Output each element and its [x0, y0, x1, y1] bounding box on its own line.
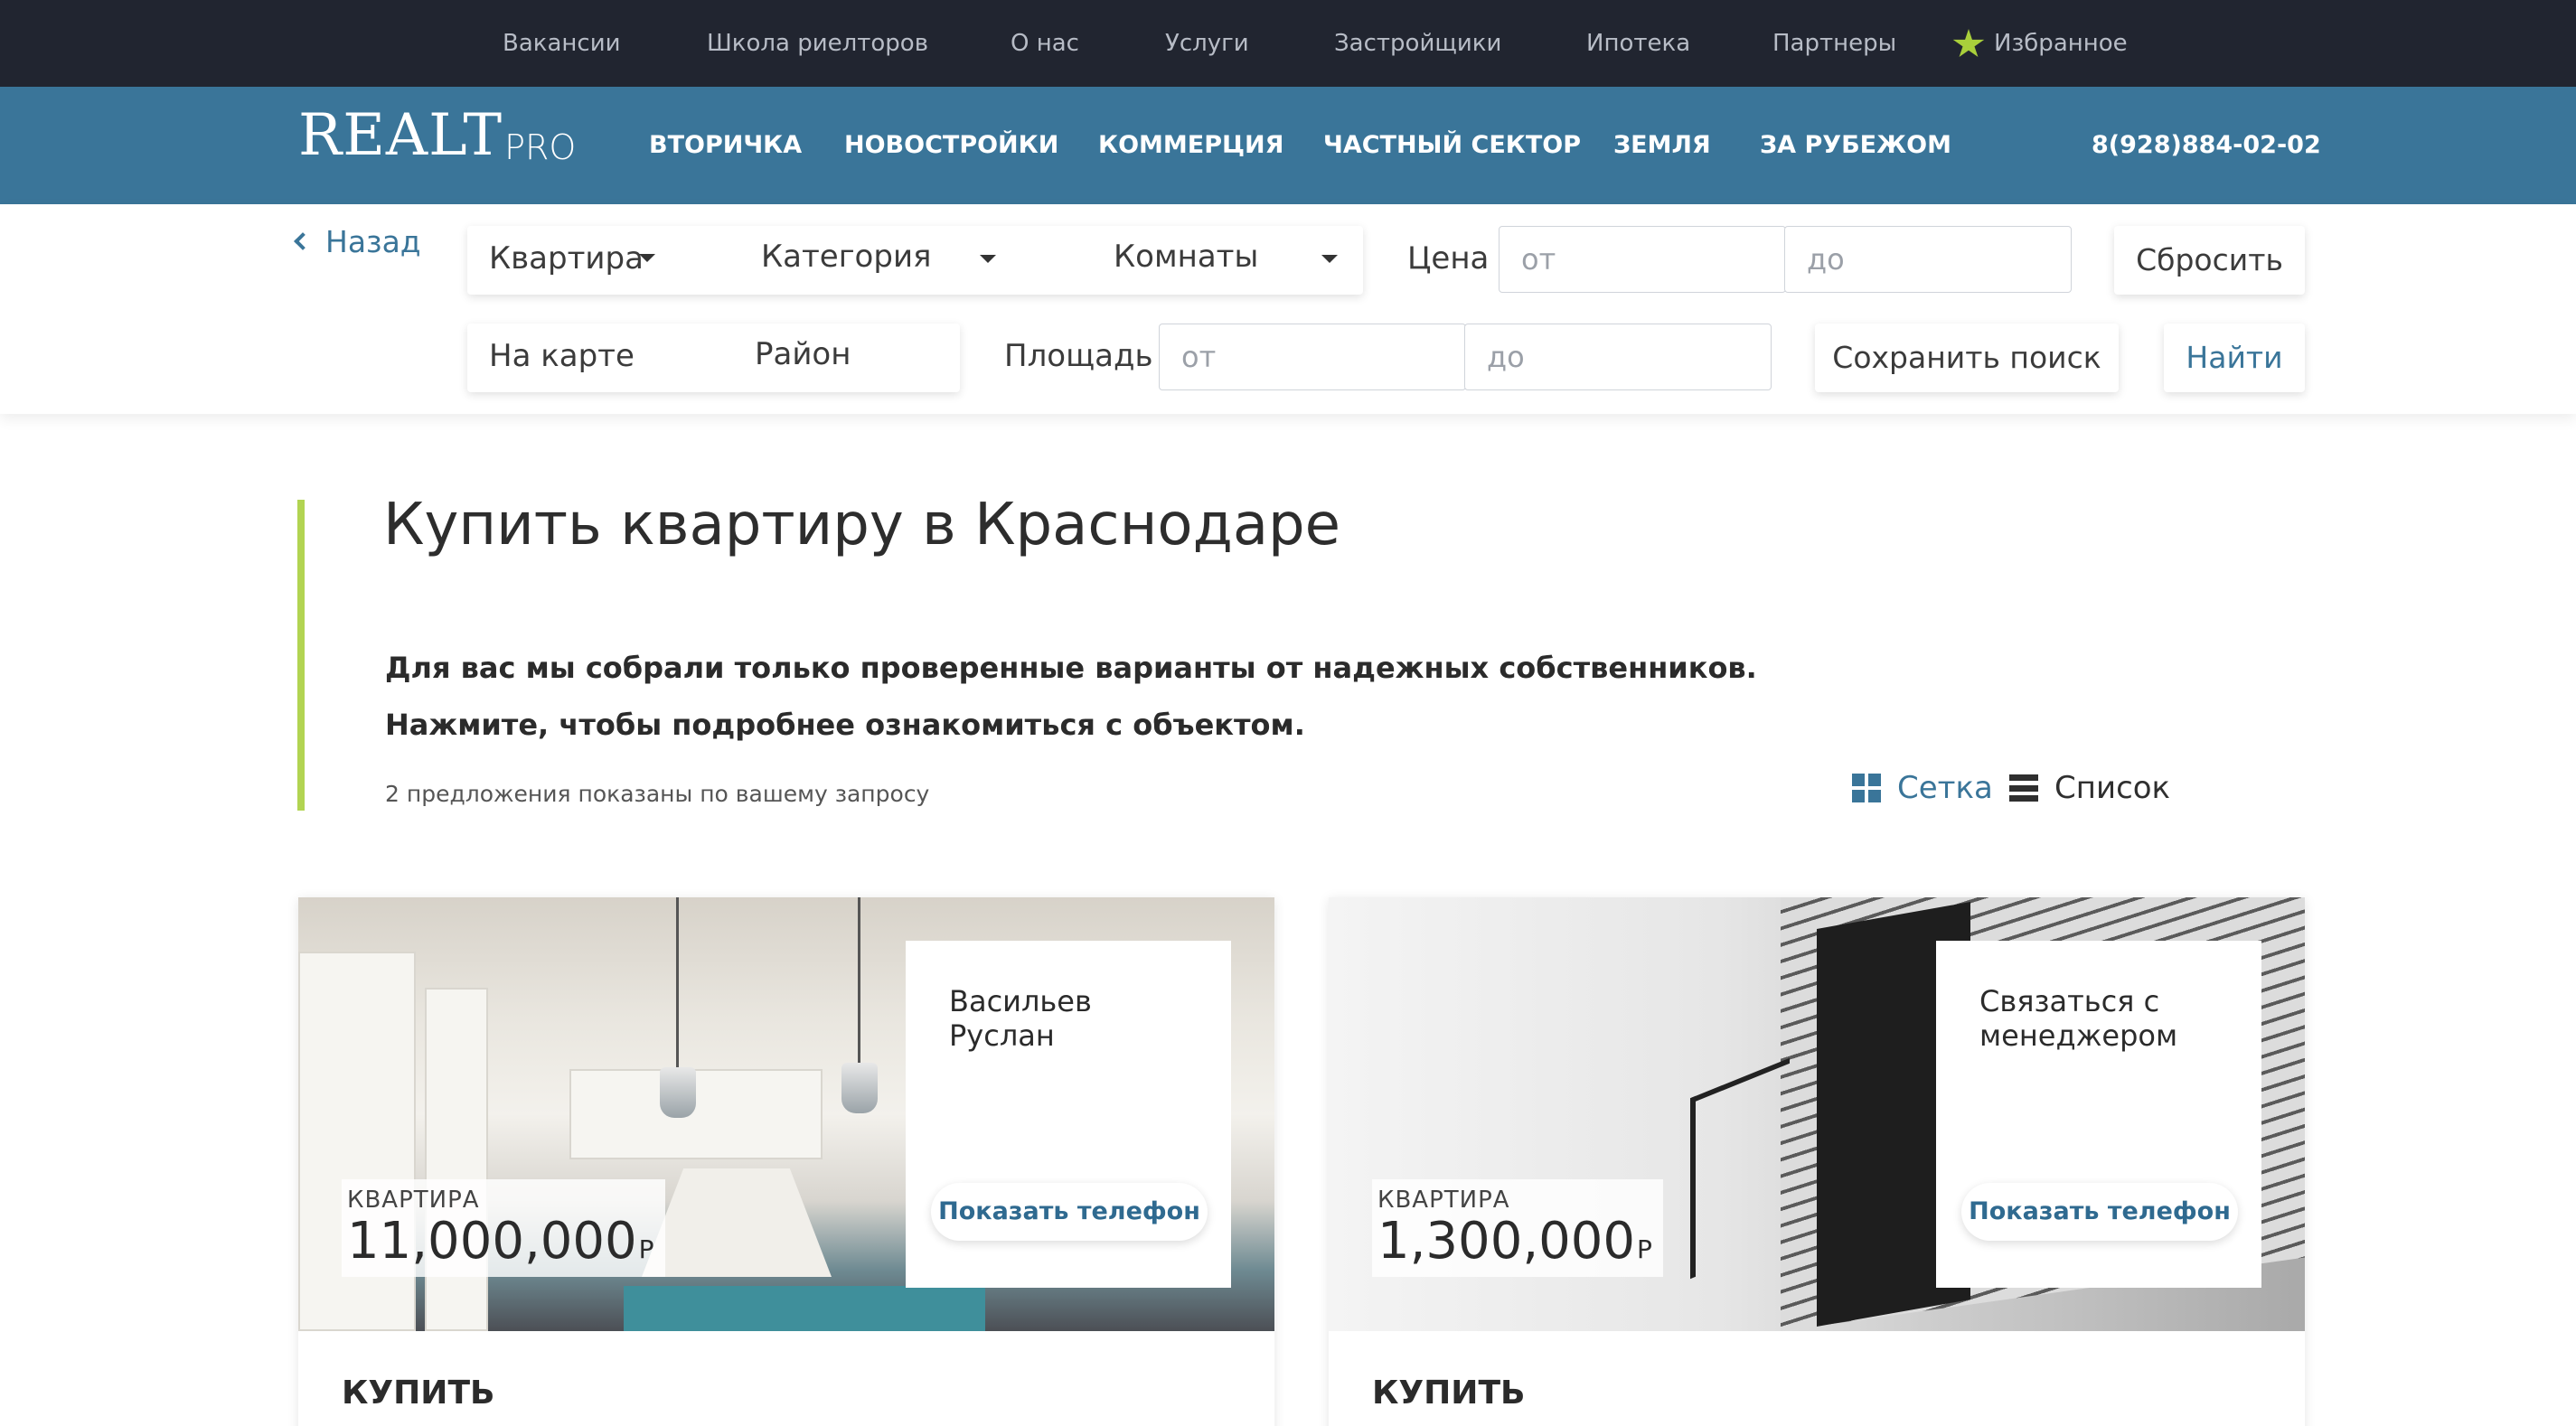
chevron-left-icon: [294, 232, 312, 250]
reset-button[interactable]: Сбросить: [2114, 226, 2305, 295]
nav-item-abroad[interactable]: ЗА РУБЕЖОМ: [1760, 87, 1951, 204]
listing-card[interactable]: КВАРТИРА 1,300,000Р Связаться с менеджер…: [1329, 897, 2305, 1426]
caret-down-icon: [639, 254, 655, 262]
save-search-button[interactable]: Сохранить поиск: [1815, 324, 2119, 392]
property-kind: КВАРТИРА: [1377, 1187, 1510, 1214]
listing-card[interactable]: КВАРТИРА 11,000,000Р Васильев Руслан Пок…: [298, 897, 1274, 1426]
topbar-link-mortgage[interactable]: Ипотека: [1586, 0, 1690, 87]
property-kind: КВАРТИРА: [347, 1187, 480, 1214]
site-logo[interactable]: REALT PRO: [298, 87, 576, 204]
topbar-link-vacancies[interactable]: Вакансии: [503, 0, 621, 87]
price-plate: КВАРТИРА 11,000,000Р: [342, 1179, 665, 1277]
topbar-link-partners[interactable]: Партнеры: [1772, 0, 1896, 87]
list-view-label: Список: [2054, 770, 2171, 806]
agent-panel: Связаться с менеджером Показать телефон: [1936, 941, 2261, 1288]
listing-action: КУПИТЬ: [342, 1374, 495, 1412]
logo-main-text: REALT: [298, 102, 503, 169]
topbar-link-favorites[interactable]: Избранное: [1994, 0, 2128, 87]
price-from-input[interactable]: от: [1499, 226, 1786, 293]
price-amount: 1,300,000: [1377, 1212, 1636, 1271]
contact-manager-text: Связаться с менеджером: [1979, 984, 2178, 1054]
find-button[interactable]: Найти: [2164, 324, 2305, 392]
agent-name: Васильев Руслан: [949, 984, 1092, 1054]
topbar-link-services[interactable]: Услуги: [1165, 0, 1249, 87]
list-icon: [2009, 774, 2038, 802]
page-title: Купить квартиру в Краснодаре: [383, 492, 1341, 558]
intro-line-1: Для вас мы собрали только проверенные ва…: [385, 651, 1757, 685]
area-label: Площадь: [1004, 338, 1153, 374]
category-select[interactable]: Категория: [761, 239, 932, 275]
accent-bar: [297, 500, 305, 811]
area-to-input[interactable]: до: [1464, 324, 1772, 390]
grid-icon: [1852, 774, 1881, 802]
topbar-link-developers[interactable]: Застройщики: [1334, 0, 1501, 87]
grid-view-label: Сетка: [1897, 770, 1993, 806]
area-from-input[interactable]: от: [1159, 324, 1466, 390]
price-value: 1,300,000Р: [1377, 1214, 1652, 1270]
back-link[interactable]: Назад: [294, 224, 421, 259]
back-label: Назад: [325, 224, 421, 259]
agent-panel: Васильев Руслан Показать телефон: [906, 941, 1231, 1288]
nav-item-commercial[interactable]: КОММЕРЦИЯ: [1098, 87, 1283, 204]
results-count: 2 предложения показаны по вашему запросу: [385, 781, 930, 807]
top-bar: Вакансии Школа риелторов О нас Услуги За…: [0, 0, 2576, 87]
intro-line-2: Нажмите, чтобы подробнее ознакомиться с …: [385, 708, 1305, 742]
district-select[interactable]: Район: [755, 336, 851, 372]
type-select[interactable]: Квартира: [489, 240, 644, 277]
list-view-toggle[interactable]: Список: [2009, 770, 2170, 806]
topbar-link-about[interactable]: О нас: [1011, 0, 1079, 87]
logo-suffix-text: PRO: [504, 127, 577, 167]
map-toggle[interactable]: На карте: [489, 338, 635, 374]
topbar-link-realtor-school[interactable]: Школа риелторов: [707, 0, 928, 87]
rooms-select[interactable]: Комнаты: [1114, 239, 1258, 275]
listing-action: КУПИТЬ: [1372, 1374, 1526, 1412]
price-label: Цена: [1407, 240, 1490, 277]
grid-view-toggle[interactable]: Сетка: [1852, 770, 1993, 806]
currency-symbol: Р: [638, 1234, 654, 1264]
header-phone[interactable]: 8(928)884-02-02: [2092, 87, 2321, 204]
caret-down-icon: [1321, 255, 1338, 263]
main-nav: REALT PRO ВТОРИЧКА НОВОСТРОЙКИ КОММЕРЦИЯ…: [0, 87, 2576, 204]
currency-symbol: Р: [1637, 1234, 1652, 1264]
nav-item-land[interactable]: ЗЕМЛЯ: [1613, 87, 1711, 204]
star-icon: [1952, 29, 1985, 57]
price-to-input[interactable]: до: [1784, 226, 2072, 293]
price-value: 11,000,000Р: [347, 1214, 654, 1270]
caret-down-icon: [980, 255, 996, 263]
nav-item-secondary[interactable]: ВТОРИЧКА: [649, 87, 802, 204]
price-amount: 11,000,000: [347, 1212, 637, 1271]
nav-item-new-buildings[interactable]: НОВОСТРОЙКИ: [844, 87, 1058, 204]
nav-item-private-sector[interactable]: ЧАСТНЫЙ СЕКТОР: [1323, 87, 1581, 204]
show-phone-button[interactable]: Показать телефон: [1961, 1183, 2238, 1241]
price-plate: КВАРТИРА 1,300,000Р: [1372, 1179, 1663, 1277]
show-phone-button[interactable]: Показать телефон: [931, 1183, 1208, 1241]
